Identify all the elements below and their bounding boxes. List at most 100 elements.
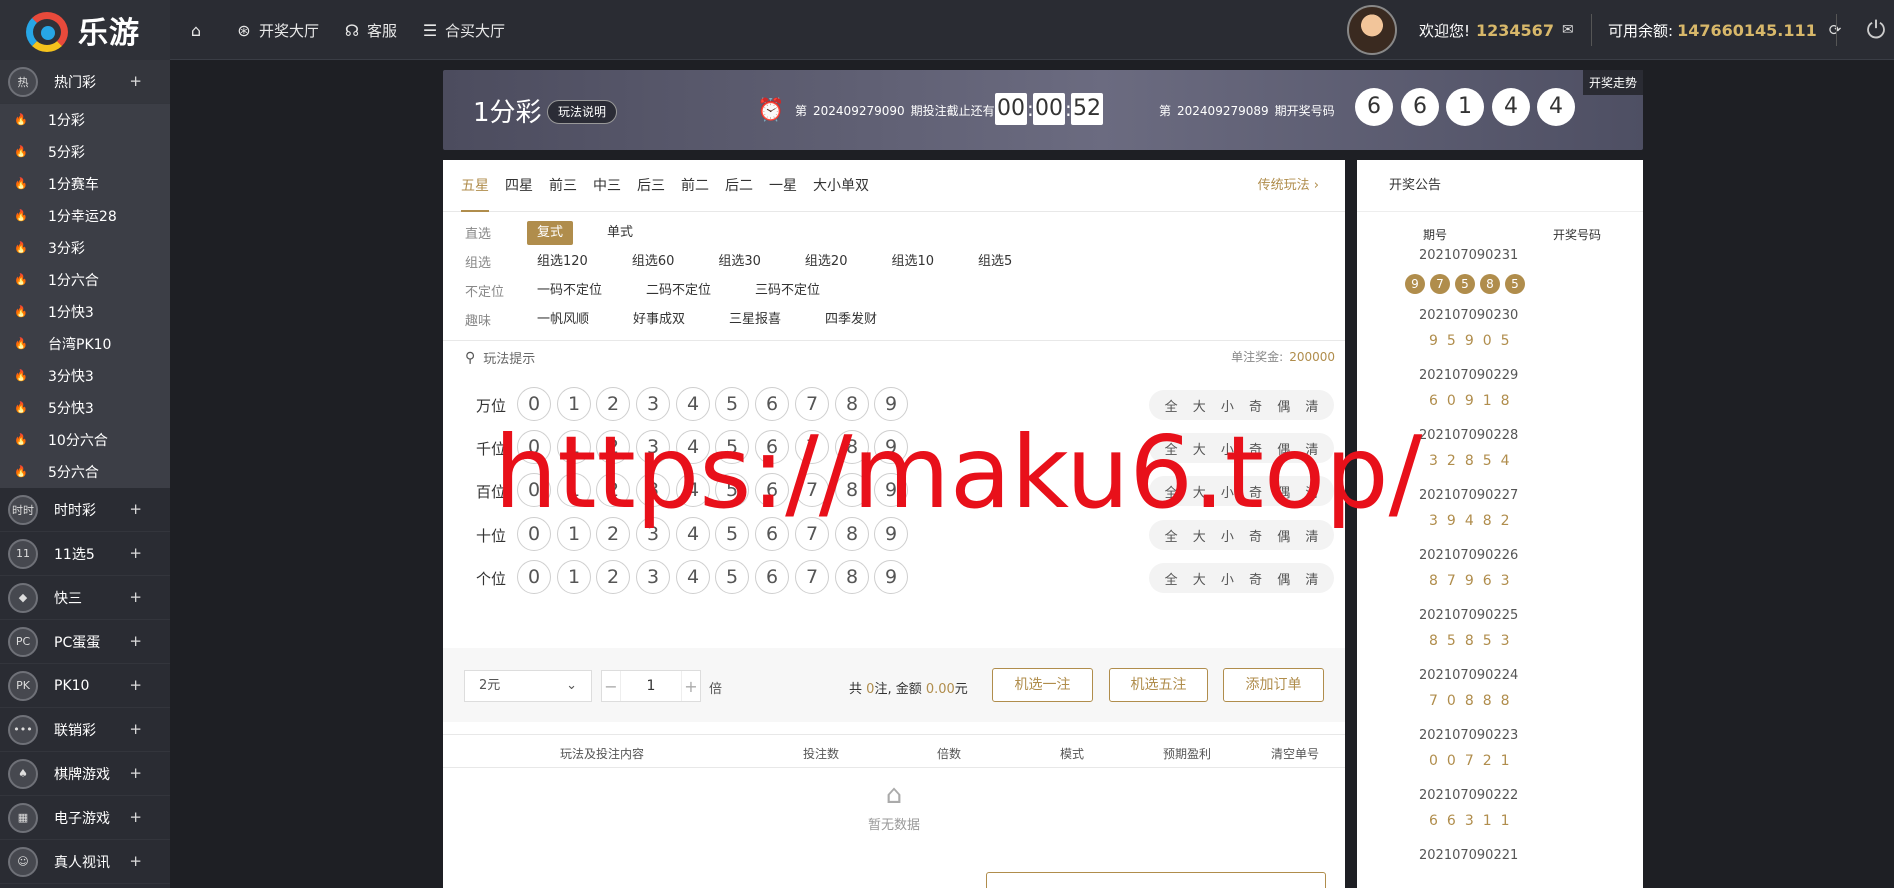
expand-icon[interactable]: + xyxy=(129,632,142,650)
tab-play[interactable]: 后三 xyxy=(637,160,665,212)
number-ball[interactable]: 9 xyxy=(874,560,908,594)
sidebar-item[interactable]: 🔥 1分快3 xyxy=(0,296,170,328)
logo[interactable]: 乐游 xyxy=(0,0,170,60)
expand-icon[interactable]: + xyxy=(129,500,142,518)
quick-select-option[interactable]: 全 xyxy=(1165,396,1178,415)
sidebar-item[interactable]: 🔥 1分六合 xyxy=(0,264,170,296)
sub-option[interactable]: 四季发财 xyxy=(815,308,887,332)
sidebar-item[interactable]: 🔥 1分赛车 xyxy=(0,168,170,200)
plus-button[interactable]: + xyxy=(682,677,700,696)
random-one-button[interactable]: 机选一注 xyxy=(992,668,1093,702)
expand-icon[interactable]: + xyxy=(129,676,142,694)
tab-play[interactable]: 中三 xyxy=(593,160,621,212)
play-hint[interactable]: ⚲ 玩法提示 xyxy=(465,348,535,368)
expand-icon[interactable]: + xyxy=(129,720,142,738)
sub-option[interactable]: 组选10 xyxy=(881,250,944,274)
sub-option[interactable]: 复式 xyxy=(527,220,574,245)
unit-select[interactable]: 2元 ⌄ xyxy=(464,670,592,702)
number-ball[interactable]: 2 xyxy=(596,560,630,594)
sidebar-cat-hot[interactable]: 热 热门彩 + xyxy=(0,60,170,104)
number-ball[interactable]: 0 xyxy=(517,560,551,594)
quick-select-option[interactable]: 清 xyxy=(1305,396,1318,415)
number-ball[interactable]: 6 xyxy=(755,560,789,594)
sub-option[interactable]: 一帆风顺 xyxy=(527,308,599,332)
expand-icon[interactable]: + xyxy=(129,544,142,562)
sub-option[interactable]: 三星报喜 xyxy=(719,308,791,332)
power-icon[interactable]: ⏻ xyxy=(1862,16,1890,44)
divider xyxy=(1591,14,1592,46)
sidebar-cat[interactable]: ☺ 真人视讯 + xyxy=(0,840,170,884)
number-ball[interactable]: 8 xyxy=(835,560,869,594)
quick-select-option[interactable]: 全 xyxy=(1165,569,1178,588)
sidebar-item[interactable]: 🔥 3分彩 xyxy=(0,232,170,264)
quick-select-option[interactable]: 奇 xyxy=(1249,569,1262,588)
expand-icon[interactable]: + xyxy=(129,72,142,90)
sub-option[interactable]: 组选30 xyxy=(708,250,771,274)
nav-hemai[interactable]: ☰ 合买大厅 xyxy=(420,0,505,60)
nav-draw-hall[interactable]: ⊛ 开奖大厅 xyxy=(234,0,319,60)
submit-bet-button[interactable] xyxy=(986,872,1326,888)
sidebar-item[interactable]: 🔥 5分六合 xyxy=(0,456,170,488)
sub-option[interactable]: 三码不定位 xyxy=(745,279,830,303)
number-ball[interactable]: 4 xyxy=(676,560,710,594)
traditional-play-link[interactable]: 传统玩法 › xyxy=(1258,160,1319,212)
expand-icon[interactable]: + xyxy=(129,808,142,826)
tab-play[interactable]: 大小单双 xyxy=(813,160,869,212)
trend-button[interactable]: 开奖走势 xyxy=(1582,70,1643,95)
multiple-input[interactable]: 1 xyxy=(620,671,682,701)
sidebar-cat[interactable]: PK PK10 + xyxy=(0,664,170,708)
number-ball[interactable]: 1 xyxy=(557,560,591,594)
sidebar-item[interactable]: 🔥 5分快3 xyxy=(0,392,170,424)
quick-select-option[interactable]: 小 xyxy=(1221,396,1234,415)
expand-icon[interactable]: + xyxy=(129,588,142,606)
sidebar-cat[interactable]: ♠ 棋牌游戏 + xyxy=(0,752,170,796)
number-ball[interactable]: 5 xyxy=(715,560,749,594)
tab-play[interactable]: 五星 xyxy=(461,160,489,212)
quick-select-option[interactable]: 偶 xyxy=(1277,396,1290,415)
sub-option[interactable]: 组选5 xyxy=(968,250,1022,274)
tab-play[interactable]: 一星 xyxy=(769,160,797,212)
sidebar-cat[interactable]: 时时 时时彩 + xyxy=(0,488,170,532)
number-ball[interactable]: 7 xyxy=(795,560,829,594)
quick-select-option[interactable]: 奇 xyxy=(1249,396,1262,415)
sub-option[interactable]: 好事成双 xyxy=(623,308,695,332)
sidebar-cat[interactable]: PC PC蛋蛋 + xyxy=(0,620,170,664)
sidebar-cat[interactable]: ◆ 快三 + xyxy=(0,576,170,620)
nav-service[interactable]: ☊ 客服 xyxy=(342,0,397,60)
mail-icon[interactable]: ✉ xyxy=(1562,22,1574,38)
rules-button[interactable]: 玩法说明 xyxy=(547,100,618,124)
avatar[interactable] xyxy=(1347,5,1397,55)
quick-select-option[interactable]: 小 xyxy=(1221,569,1234,588)
sidebar-item[interactable]: 🔥 1分彩 xyxy=(0,104,170,136)
tab-play[interactable]: 前二 xyxy=(681,160,709,212)
tab-play[interactable]: 后二 xyxy=(725,160,753,212)
add-order-button[interactable]: 添加订单 xyxy=(1223,668,1324,702)
sidebar-cat[interactable]: ▦ 电子游戏 + xyxy=(0,796,170,840)
sidebar-item[interactable]: 🔥 1分幸运28 xyxy=(0,200,170,232)
sub-option[interactable]: 组选20 xyxy=(795,250,858,274)
quick-select-option[interactable]: 大 xyxy=(1193,569,1206,588)
sidebar-item[interactable]: 🔥 5分彩 xyxy=(0,136,170,168)
sidebar-item[interactable]: 🔥 3分快3 xyxy=(0,360,170,392)
quick-select-option[interactable]: 偶 xyxy=(1277,569,1290,588)
sub-option[interactable]: 一码不定位 xyxy=(527,279,612,303)
sidebar-cat[interactable]: ••• 联销彩 + xyxy=(0,708,170,752)
sub-option[interactable]: 单式 xyxy=(597,221,643,245)
quick-select-option[interactable]: 大 xyxy=(1193,396,1206,415)
clear-orders-button[interactable]: 清空单号 xyxy=(1271,745,1319,762)
minus-button[interactable]: − xyxy=(602,677,620,696)
sidebar-item[interactable]: 🔥 台湾PK10 xyxy=(0,328,170,360)
number-ball[interactable]: 3 xyxy=(636,560,670,594)
random-five-button[interactable]: 机选五注 xyxy=(1109,668,1208,702)
tab-play[interactable]: 前三 xyxy=(549,160,577,212)
sidebar-item[interactable]: 🔥 10分六合 xyxy=(0,424,170,456)
expand-icon[interactable]: + xyxy=(129,764,142,782)
quick-select-option[interactable]: 清 xyxy=(1305,569,1318,588)
sub-option[interactable]: 组选60 xyxy=(622,250,685,274)
expand-icon[interactable]: + xyxy=(129,852,142,870)
tab-play[interactable]: 四星 xyxy=(505,160,533,212)
sub-option[interactable]: 二码不定位 xyxy=(636,279,721,303)
nav-home[interactable]: ⌂ xyxy=(186,0,211,60)
sidebar-cat[interactable]: 11 11选5 + xyxy=(0,532,170,576)
sub-option[interactable]: 组选120 xyxy=(527,250,598,274)
